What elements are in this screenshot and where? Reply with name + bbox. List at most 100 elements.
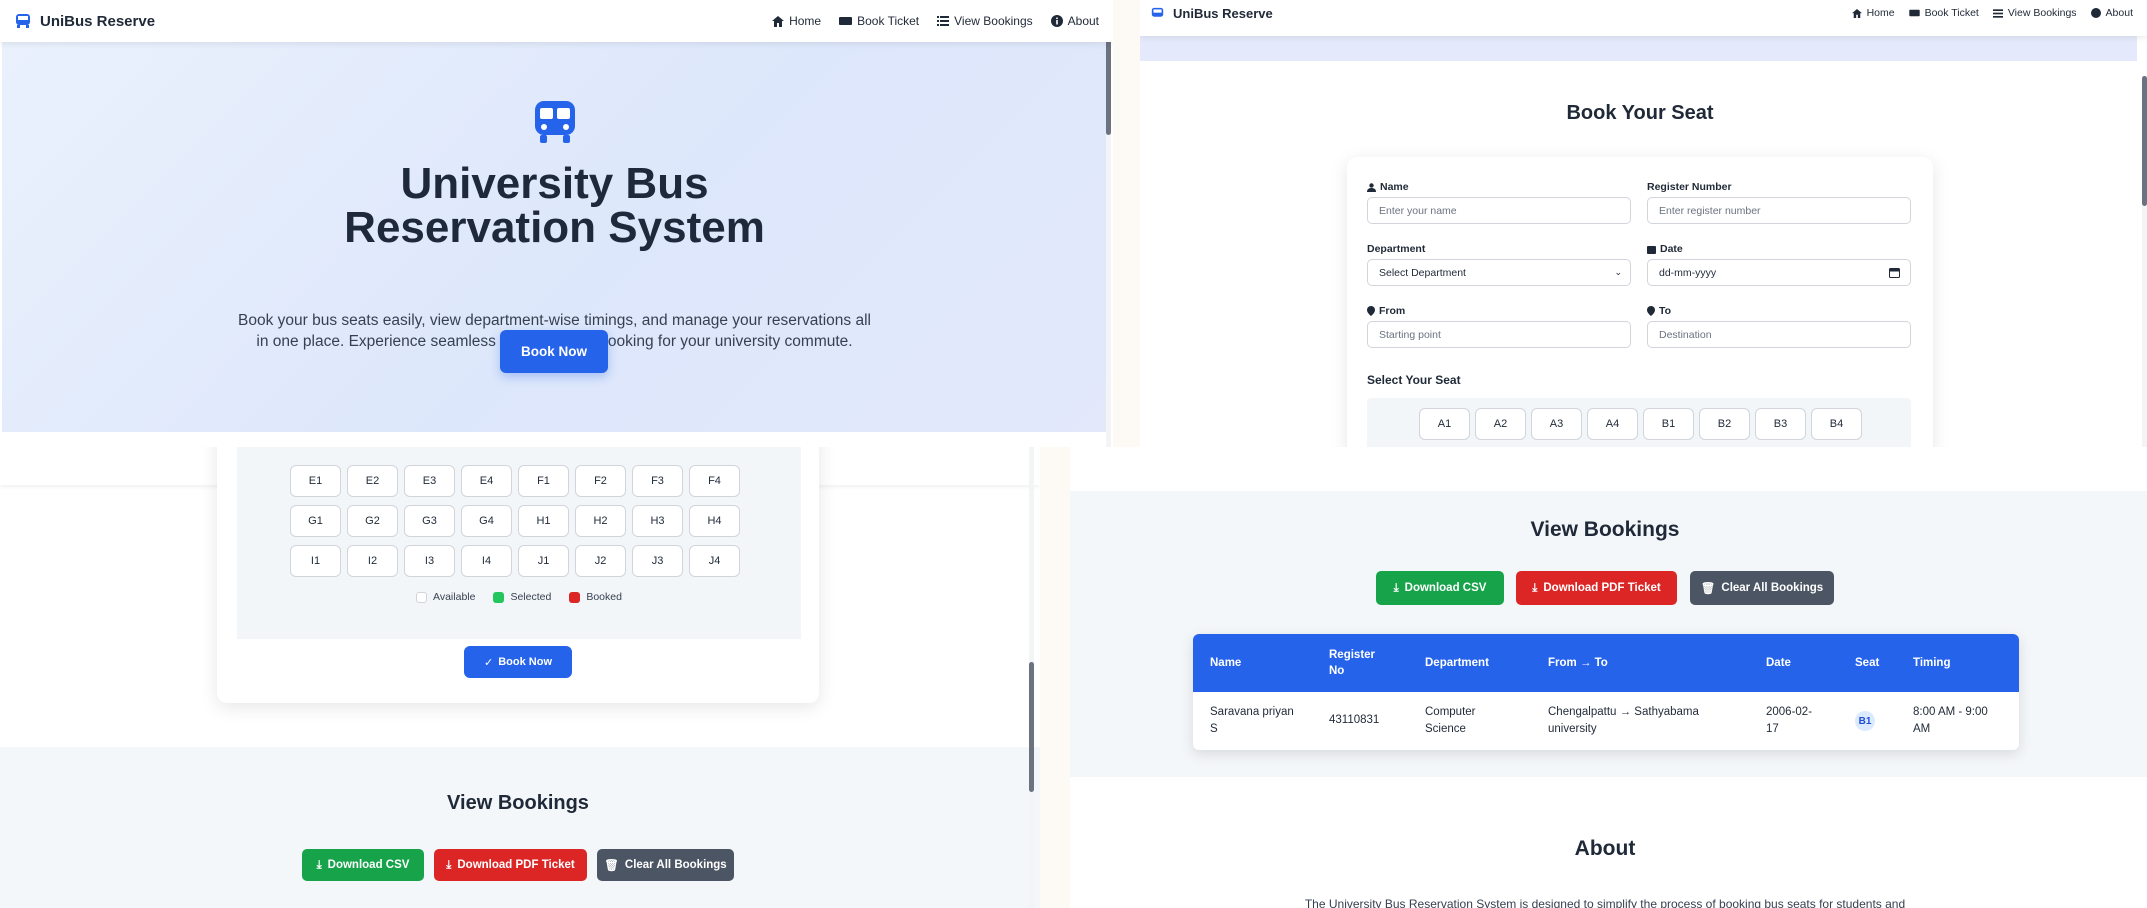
table-row: Saravana priyan S 43110831 Computer Scie… [1193, 692, 2019, 750]
view-bookings-section: View Bookings ⤓ Download CSV ⤓ Download PD… [0, 747, 1040, 908]
seat-button[interactable]: E3 [404, 465, 455, 497]
seat-button[interactable]: B1 [1643, 408, 1694, 440]
hero-screenshot: UniBus Reserve Home Book Ticket View Boo… [0, 0, 1113, 447]
legend-booked: Booked [569, 591, 622, 603]
seat-button[interactable]: I3 [404, 545, 455, 577]
register-number-input[interactable]: Enter register number [1647, 197, 1911, 224]
from-label-text: From [1379, 305, 1406, 317]
seat-button[interactable]: A2 [1475, 408, 1526, 440]
nav-home[interactable]: Home [1851, 7, 1895, 19]
cell-timing: 8:00 AM - 9:00 AM [1913, 706, 1988, 735]
col-department: Department [1425, 657, 1489, 669]
trash-icon: 🗑 [1700, 583, 1716, 595]
nav-about[interactable]: About [1050, 14, 1099, 28]
brand[interactable]: UniBus Reserve [14, 13, 155, 30]
seat-button[interactable]: G4 [461, 505, 512, 537]
col-date: Date [1766, 657, 1791, 669]
col-name: Name [1210, 657, 1242, 669]
ticket-icon [1908, 9, 1920, 17]
seat-button[interactable]: G2 [347, 505, 398, 537]
to-input[interactable]: Destination [1647, 321, 1911, 348]
seat-button[interactable]: H1 [518, 505, 569, 537]
nav-about[interactable]: About [2090, 7, 2133, 19]
seat-button[interactable]: H2 [575, 505, 626, 537]
download-icon: ⤓ [1393, 581, 1399, 594]
department-select[interactable]: Select Department ⌄ [1367, 259, 1631, 286]
legend-available: Available [416, 591, 475, 603]
seat-button[interactable]: J4 [689, 545, 740, 577]
hero-book-now-button[interactable]: Book Now [500, 330, 608, 373]
page-scrollbar[interactable] [1106, 0, 1111, 447]
book-now-button[interactable]: ✓ Book Now [464, 646, 572, 678]
seat-button[interactable]: F3 [632, 465, 683, 497]
nav-book-ticket[interactable]: Book Ticket [1908, 7, 1979, 19]
cell-route: Chengalpattu → Sathyabama university [1548, 706, 1699, 735]
clear-all-button[interactable]: 🗑 Clear All Bookings [597, 849, 734, 881]
about-text: The University Bus Reservation System is… [1304, 897, 1906, 908]
seat-button[interactable]: F4 [689, 465, 740, 497]
nav-home-label: Home [789, 14, 822, 28]
seat-button[interactable]: I1 [290, 545, 341, 577]
book-now-label: Book Now [498, 656, 552, 668]
seat-button[interactable]: G3 [404, 505, 455, 537]
hero-section: University Bus Reservation System Book y… [2, 42, 1107, 432]
from-input[interactable]: Starting point [1367, 321, 1631, 348]
download-icon: ⤓ [1532, 581, 1538, 594]
navbar-faded [1070, 447, 2147, 491]
seat-button[interactable]: A1 [1419, 408, 1470, 440]
download-csv-button[interactable]: ⤓ Download CSV [1376, 571, 1504, 605]
register-label: Register Number [1647, 181, 1732, 193]
seat-button[interactable]: J3 [632, 545, 683, 577]
calendar-picker-icon[interactable] [1889, 267, 1900, 278]
booking-form-screenshot: UniBus Reserve Home Book Ticket View Boo… [1140, 0, 2147, 447]
seat-button[interactable]: E4 [461, 465, 512, 497]
nav-view-bookings-label: View Bookings [954, 14, 1033, 28]
nav-view-bookings[interactable]: View Bookings [1992, 7, 2077, 19]
seat-button[interactable]: H3 [632, 505, 683, 537]
seat-button[interactable]: J2 [575, 545, 626, 577]
seat-button[interactable]: F1 [518, 465, 569, 497]
download-pdf-button[interactable]: ⤓ Download PDF Ticket [434, 849, 587, 881]
scrollbar-thumb[interactable] [1029, 662, 1034, 792]
seat-button[interactable]: E1 [290, 465, 341, 497]
seat-button[interactable]: I2 [347, 545, 398, 577]
seat-button[interactable]: A3 [1531, 408, 1582, 440]
nav-book-ticket[interactable]: Book Ticket [839, 14, 919, 28]
bus-logo-icon [1151, 7, 1164, 17]
page-scrollbar[interactable] [1029, 447, 1034, 908]
navbar: UniBus Reserve Home Book Ticket View Boo… [0, 0, 1113, 42]
info-icon [1050, 15, 1063, 27]
map-pin-icon [1367, 306, 1375, 316]
download-pdf-label: Download PDF Ticket [1543, 582, 1661, 594]
seat-button[interactable]: G1 [290, 505, 341, 537]
list-icon [937, 16, 950, 26]
from-label: From [1367, 305, 1405, 317]
bookings-table-screenshot: View Bookings ⤓ Download CSV ⤓ Download PD… [1070, 447, 2147, 908]
scrollbar-thumb[interactable] [2142, 76, 2147, 206]
seat-button[interactable]: B3 [1755, 408, 1806, 440]
page-scrollbar[interactable] [2142, 76, 2147, 447]
date-input[interactable]: dd-mm-yyyy [1647, 259, 1911, 286]
seat-button[interactable]: A4 [1587, 408, 1638, 440]
seat-button[interactable]: J1 [518, 545, 569, 577]
seat-button[interactable]: F2 [575, 465, 626, 497]
col-route: From → To [1548, 657, 1608, 669]
clear-all-button[interactable]: 🗑 Clear All Bookings [1690, 571, 1834, 605]
download-csv-button[interactable]: ⤓ Download CSV [302, 849, 424, 881]
bus-hero-icon [535, 101, 575, 143]
nav-view-bookings[interactable]: View Bookings [937, 14, 1033, 28]
download-pdf-label: Download PDF Ticket [457, 859, 575, 871]
seat-button[interactable]: E2 [347, 465, 398, 497]
seat-button[interactable]: H4 [689, 505, 740, 537]
download-pdf-button[interactable]: ⤓ Download PDF Ticket [1516, 571, 1677, 605]
seat-button[interactable]: B4 [1811, 408, 1862, 440]
department-label: Department [1367, 243, 1426, 255]
seat-button[interactable]: B2 [1699, 408, 1750, 440]
name-label-text: Name [1380, 181, 1409, 193]
chevron-down-icon: ⌄ [1614, 267, 1622, 277]
nav-home[interactable]: Home [772, 14, 821, 28]
seat-button[interactable]: I4 [461, 545, 512, 577]
name-input[interactable]: Enter your name [1367, 197, 1631, 224]
brand[interactable]: UniBus Reserve [1150, 6, 1273, 21]
clear-all-label: Clear All Bookings [1721, 582, 1824, 594]
